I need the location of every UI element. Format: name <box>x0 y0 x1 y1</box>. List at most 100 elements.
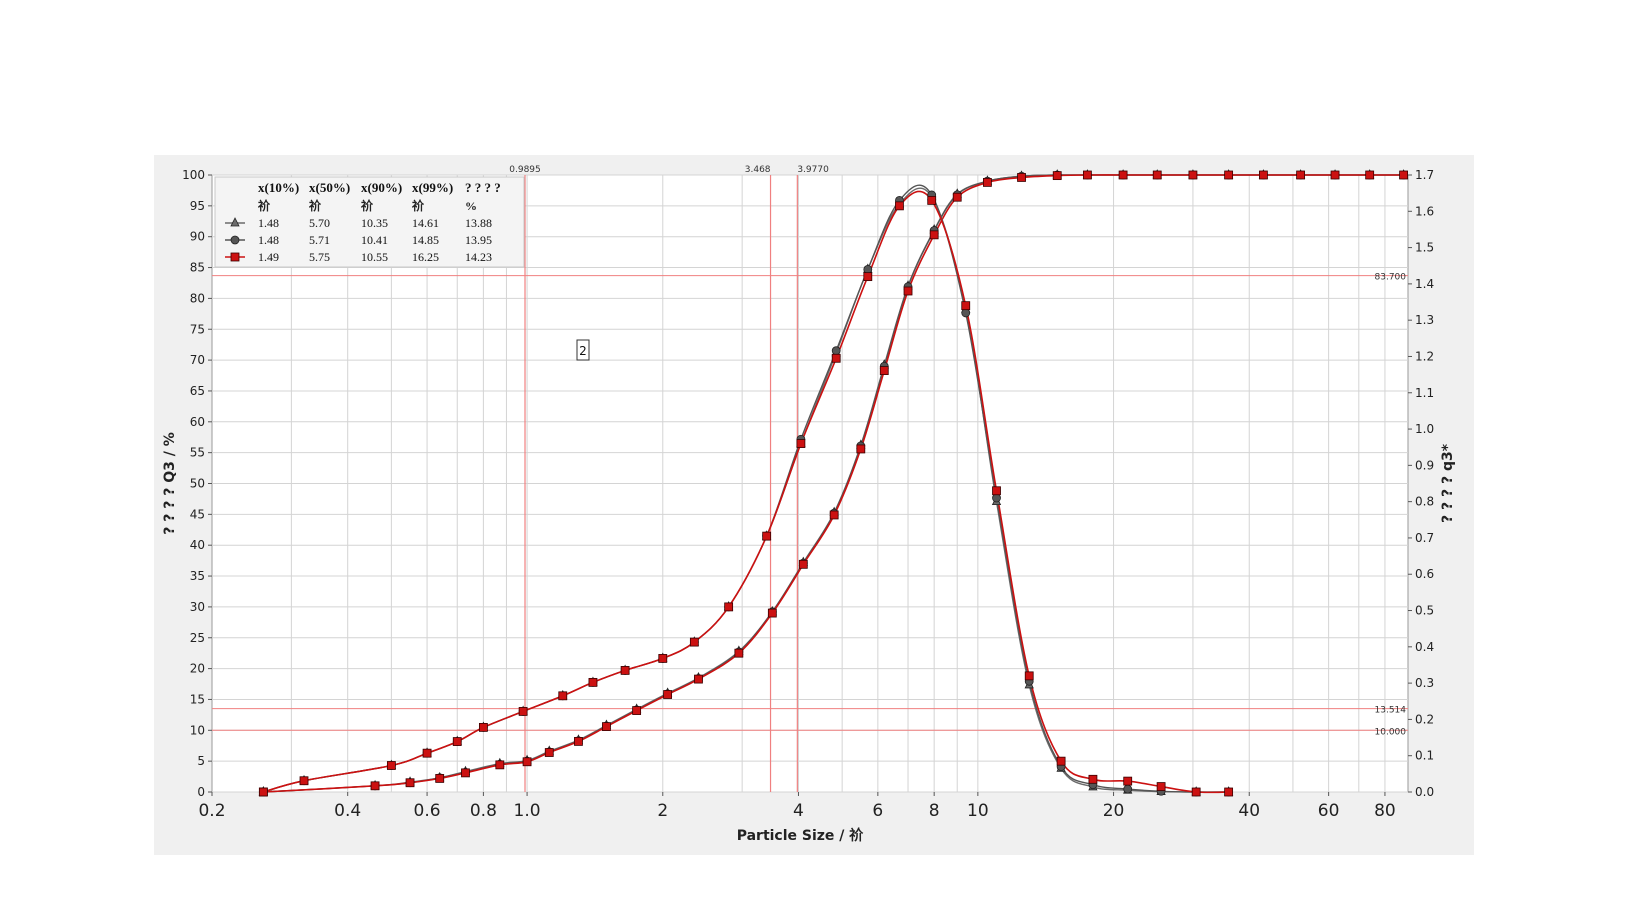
data-point-square <box>405 778 415 788</box>
annotation-label: 2 <box>579 344 587 358</box>
data-point-square <box>724 602 734 612</box>
y-right-tick-label: 1.5 <box>1415 241 1434 255</box>
x-tick-label: 6 <box>872 801 883 821</box>
data-point-square <box>574 737 583 746</box>
x-tick-label: 0.4 <box>334 801 361 821</box>
legend-value: 14.23 <box>465 250 492 264</box>
data-point-square <box>992 486 1001 496</box>
data-point-square <box>1365 170 1375 180</box>
data-point-square <box>1052 171 1062 181</box>
data-point-square <box>495 760 505 770</box>
data-point-square <box>461 768 470 778</box>
reference-line-label: 83.700 <box>1375 273 1407 283</box>
data-point-square <box>689 637 699 647</box>
y-right-tick-label: 1.6 <box>1415 204 1434 218</box>
x-tick-label: 10 <box>967 801 989 821</box>
data-point-square <box>1399 170 1409 180</box>
legend-value: 13.95 <box>465 233 492 247</box>
y-left-tick-label: 45 <box>190 507 205 521</box>
x-tick-label: 1.0 <box>514 801 541 821</box>
y-right-tick-label: 0.1 <box>1415 749 1434 763</box>
legend-header: x(10%) <box>258 180 299 195</box>
legend-header: x(99%) <box>412 180 453 195</box>
data-point-square <box>983 178 992 187</box>
x-tick-label: 40 <box>1238 801 1260 821</box>
y-right-tick-label: 1.7 <box>1415 168 1434 182</box>
data-point-square <box>663 690 673 699</box>
data-point-square <box>258 787 268 797</box>
y-left-tick-label: 85 <box>190 261 205 275</box>
legend-value: 1.49 <box>258 250 279 264</box>
data-point-square <box>895 201 904 211</box>
y-left-axis-title: ? ? ? ? Q3 / % <box>162 432 178 535</box>
reference-line-label: 3.468 <box>745 165 771 175</box>
data-point-square <box>879 366 889 375</box>
legend-value: 13.88 <box>465 216 492 230</box>
data-point-circle <box>1123 784 1133 794</box>
data-point-circle <box>863 264 873 274</box>
legend-unit: 祄 <box>257 198 271 213</box>
y-left-tick-label: 60 <box>190 415 205 429</box>
data-point-square <box>422 748 432 758</box>
data-point-square <box>370 781 380 791</box>
data-point-square <box>903 286 913 296</box>
legend-unit: 祄 <box>411 198 425 213</box>
data-point-square <box>798 559 808 569</box>
data-point-square <box>452 737 462 746</box>
y-right-tick-label: 0.6 <box>1415 567 1434 581</box>
x-tick-label: 60 <box>1318 801 1340 821</box>
legend-value: 14.61 <box>412 216 439 230</box>
legend-unit: % <box>465 199 477 213</box>
y-right-tick-label: 1.3 <box>1415 313 1434 327</box>
data-point-square <box>952 192 962 202</box>
reference-line-label: 0.9895 <box>509 165 540 175</box>
data-point-square <box>734 648 744 658</box>
psd-chart: 0 5 10 15 20 25 30 35 40 45 50 55 60 65 70 75 80 85 90 95 10… <box>162 165 1456 844</box>
data-point-square <box>1191 787 1201 797</box>
legend-value: 14.85 <box>412 233 439 247</box>
data-point-square <box>658 654 668 663</box>
data-point-square <box>558 691 568 701</box>
data-point-square <box>588 677 598 687</box>
y-left-tick-label: 0 <box>197 785 205 799</box>
data-point-square <box>1296 170 1306 180</box>
legend-unit: 祄 <box>360 198 374 213</box>
y-left-tick-label: 30 <box>190 600 205 614</box>
data-point-circle <box>831 346 841 356</box>
data-point-square <box>829 510 839 520</box>
y-right-tick-label: 0.0 <box>1415 785 1434 799</box>
data-point-square <box>544 748 554 757</box>
y-right-tick-label: 1.4 <box>1415 277 1434 291</box>
data-point-square <box>927 196 937 205</box>
data-point-square <box>299 776 309 786</box>
data-point-circle <box>961 308 971 318</box>
data-point-square <box>796 439 806 448</box>
data-point-square <box>1056 756 1066 766</box>
y-right-tick-label: 0.8 <box>1415 495 1434 509</box>
legend-header: x(50%) <box>309 180 350 195</box>
reference-line-label: 13.514 <box>1375 706 1407 716</box>
data-point-square <box>620 666 630 675</box>
legend-value: 10.55 <box>361 250 388 264</box>
data-point-square <box>518 707 528 716</box>
data-point-square <box>1123 776 1133 786</box>
data-point-square <box>1224 170 1234 180</box>
y-right-tick-label: 0.2 <box>1415 712 1434 726</box>
y-right-tick-label: 1.2 <box>1415 349 1434 363</box>
y-right-tick-label: 0.5 <box>1415 604 1434 618</box>
reference-line-label: 3.9770 <box>797 165 829 175</box>
y-right-axis-title: ? ? ? ? q3* <box>1440 443 1456 523</box>
data-point-square <box>961 301 971 311</box>
y-left-tick-label: 70 <box>190 353 205 367</box>
data-point-square <box>478 722 488 732</box>
data-point-square <box>435 774 445 783</box>
legend-unit: 祄 <box>308 198 322 213</box>
x-tick-label: 0.6 <box>414 801 441 821</box>
data-point-square <box>929 230 939 240</box>
x-tick-label: 20 <box>1103 801 1125 821</box>
y-left-tick-label: 75 <box>190 322 205 336</box>
legend-value: 5.75 <box>309 250 330 264</box>
data-point-square <box>767 608 777 618</box>
x-tick-label: 8 <box>929 801 940 821</box>
legend-value: 1.48 <box>258 216 279 230</box>
